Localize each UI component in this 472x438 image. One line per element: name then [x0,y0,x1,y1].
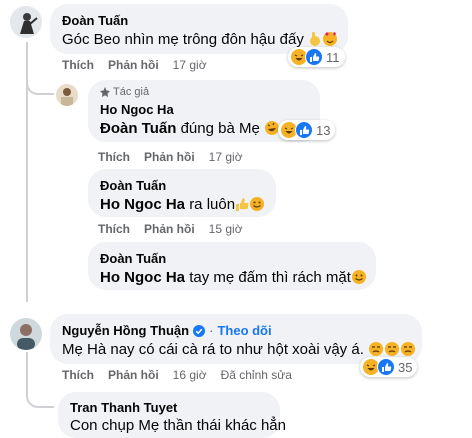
like-button[interactable]: Thích [62,58,94,72]
comment-actions: Thích Phản hồi 16 giờ Đã chỉnh sửa [62,368,306,382]
timestamp[interactable]: 16 giờ [173,368,207,382]
thread-branch [26,390,54,408]
comment-author[interactable]: Đoàn Tuấn [100,251,166,266]
comment-actions: Thích Phản hồi 15 giờ [98,222,257,236]
comment-author[interactable]: Ho Ngoc Ha [100,102,174,117]
like-button[interactable]: Thích [98,222,130,236]
comment-text: Đoàn Tuấn đúng bà Mẹ [100,120,280,140]
edited-label: Đã chỉnh sửa [220,368,292,382]
thread-branch [26,75,54,95]
reply-button[interactable]: Phản hồi [144,150,195,164]
comment-header: Nguyễn Hồng Thuận · Theo dõi [62,323,272,338]
thread-connector [26,352,28,392]
mention-link[interactable]: Ho Ngoc Ha [100,269,185,286]
comment-text-body: Mẹ Hà nay có cái cà rá to như hột xoài v… [62,341,364,358]
comment-text: Con chụp Mẹ thần thái khác hẳn [70,417,286,434]
timestamp[interactable]: 17 giờ [209,150,243,164]
comment-actions: Thích Phản hồi 17 giờ [98,150,257,164]
follow-button[interactable]: Theo dõi [217,323,271,338]
smile-emoji [249,196,265,216]
reply-button[interactable]: Phản hồi [108,58,159,72]
avatar-image [10,6,42,38]
comment-text: Ho Ngoc Ha ra luôn [100,196,265,216]
like-button[interactable]: Thích [98,150,130,164]
reaction-summary[interactable]: 11 [288,47,345,67]
reaction-summary[interactable]: 13 [278,120,336,140]
reaction-count: 35 [398,359,413,375]
comment-bubble: Đoàn Tuấn Ho Ngoc Ha ra luôn [88,169,276,217]
reply-button[interactable]: Phản hồi [108,368,159,382]
comment-text-body: tay mẹ đấm thì rách mặt [189,269,351,286]
comment-author[interactable]: Đoàn Tuấn [62,13,128,28]
author-badge-icon [100,87,110,97]
comment-author[interactable]: Đoàn Tuấn [100,178,166,193]
like-icon [295,121,313,139]
like-icon [305,48,323,66]
avatar-ho-ngoc-ha[interactable] [56,84,78,106]
smile-emoji [351,269,367,289]
timestamp[interactable]: 15 giờ [209,222,243,236]
comment-author[interactable]: Nguyễn Hồng Thuận [62,323,189,338]
author-badge-label: Tác giả [113,86,150,98]
comment-author[interactable]: Tran Thanh Tuyet [70,400,177,415]
comment-text-body: đúng bà Mẹ [180,120,260,137]
comment-text: Mẹ Hà nay có cái cà rá to như hột xoài v… [62,341,416,361]
reaction-summary[interactable]: 35 [360,357,418,377]
avatar-nguyen-hong-thuan[interactable] [10,318,42,350]
avatar-image [56,84,78,106]
like-button[interactable]: Thích [62,368,94,382]
reply-button[interactable]: Phản hồi [144,222,195,236]
comment-text-body: ra luôn [189,196,236,213]
separator-dot: · [209,323,214,338]
reaction-count: 11 [326,49,340,65]
like-icon [377,358,395,376]
reaction-count: 13 [316,122,331,138]
comment-text: Ho Ngoc Ha tay mẹ đấm thì rách mặt [100,269,367,289]
comment-actions: Thích Phản hồi 17 giờ [62,58,221,72]
author-badge: Tác giả [100,86,149,98]
comment-bubble: Tran Thanh Tuyet Con chụp Mẹ thần thái k… [58,392,286,438]
mention-link[interactable]: Ho Ngoc Ha [100,196,185,213]
timestamp[interactable]: 17 giờ [173,58,207,72]
mention-link[interactable]: Đoàn Tuấn [100,120,176,137]
verified-badge-icon [193,324,206,337]
avatar-image [10,318,42,350]
comment-text-body: Góc Beo nhìn mẹ trông đôn hậu đấy [62,31,304,48]
avatar-doan-tuan[interactable] [10,6,42,38]
thumbs-up-emoji [235,197,249,216]
comment-bubble: Đoàn Tuấn Ho Ngoc Ha tay mẹ đấm thì rách… [88,242,376,290]
